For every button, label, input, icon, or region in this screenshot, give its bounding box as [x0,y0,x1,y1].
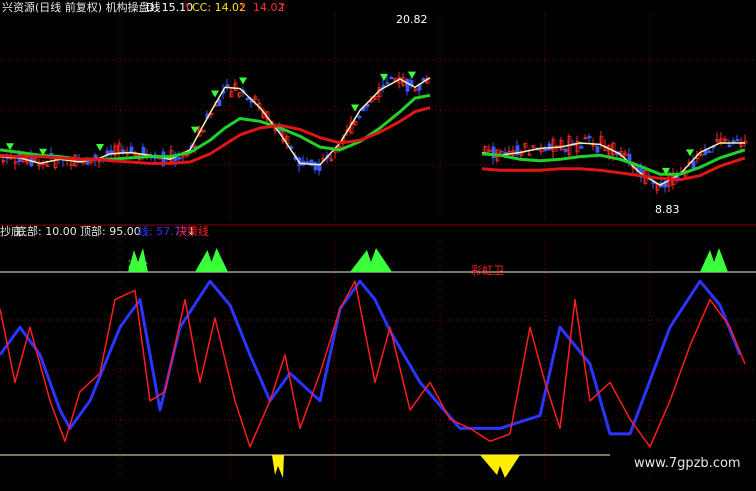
stock-chart: 减仓 减仓 减仓 减仓 兴资源(日线 前复权) 机构操盘线 D: 15.10 ↑ CC… [0,0,756,487]
candle-body-122 [543,148,548,152]
candle-body-170 [735,139,740,142]
cc-up-arrow: ↑ [238,1,247,14]
candle-body-133 [587,135,592,139]
candle-body-101 [405,79,410,92]
candle-body-135 [595,146,600,153]
watermark: www.7gpzb.com [634,456,741,471]
top-zone-label-1: 减仓 [202,258,222,271]
candle-body-159 [691,160,696,169]
mid-annotation: 彩虹卫 [471,264,504,277]
top-zone-label-3: 减仓 [704,258,724,271]
chart-canvas: 减仓 减仓 减仓 减仓 兴资源(日线 前复权) 机构操盘线 D: 15.10 ↑ CC… [0,0,756,487]
candle-body-76 [305,161,310,164]
price-low-label: 8.83 [655,203,680,216]
bottom-level-label: 底部: 10.00 [16,224,77,238]
candle-body-169 [731,140,736,143]
chart-title: 兴资源(日线 前复权) 机构操盘线 [2,0,161,14]
candle-body-163 [707,150,712,154]
candle-body-54 [217,99,222,107]
candle-body-127 [563,148,568,152]
price-high-label: 20.82 [396,13,428,26]
candle-body-131 [579,146,584,149]
top-zone-label-0: 减仓 [128,258,148,271]
candle-body-89 [357,115,362,119]
top-level-label: 顶部: 95.00 [80,224,141,238]
candle-body-168 [727,144,732,148]
chart-background [0,0,756,487]
cc-secondary-arrow: ↑ [278,1,287,14]
candle-body-97 [389,76,394,80]
decision-line-label: 决策线 [176,224,209,238]
candle-body-56 [225,84,230,87]
d-up-arrow: ↑ [183,1,192,14]
candle-body-123 [547,143,552,151]
top-zone-label-2: 减仓 [361,258,381,271]
candle-body-44 [177,157,182,160]
candle-body-96 [385,82,390,85]
candle-body-61 [245,97,250,101]
